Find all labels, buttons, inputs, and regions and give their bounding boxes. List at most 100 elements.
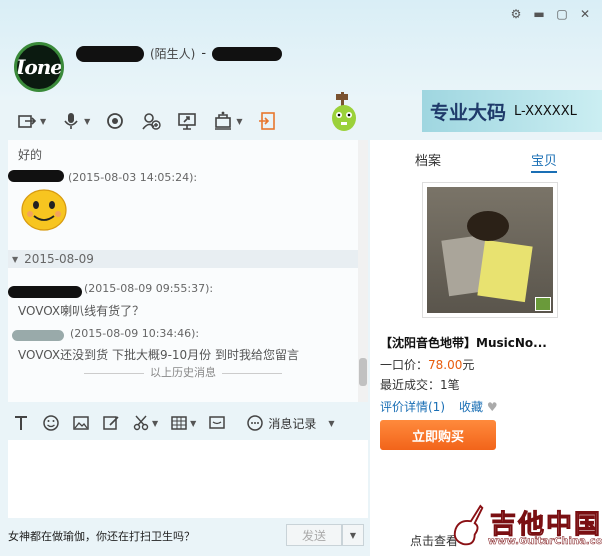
emoji-icon [43,415,59,431]
video-call-button[interactable] [104,110,126,132]
product-photo [427,187,553,313]
image-button[interactable] [72,414,90,432]
ad-banner[interactable]: 专业大码 L-XXXXXL [422,90,602,132]
screen-share-icon [178,113,197,130]
message-timestamp: (2015-08-09 10:34:46): [70,327,200,340]
banner-headline: 专业大码 [430,101,507,124]
message-text: VOVOX还没到货 下批大概9-10月份 到时我给您留言 [18,348,299,362]
exit-button[interactable] [256,110,278,132]
history-end-label: 以上历史消息 [8,364,358,380]
file-transfer-icon [18,115,37,128]
sidebar-tabs: 档案 宝贝 [370,150,602,173]
date-separator[interactable]: ▼ 2015-08-09 [8,250,358,268]
chat-scrollbar[interactable] [358,140,368,402]
redacted-name [76,45,144,62]
banner-size-range: L-XXXXXL [514,103,577,119]
file-transfer-button[interactable]: ▼ [16,110,46,132]
smiley-emoji-icon [21,189,67,231]
product-logo [467,211,509,241]
add-contact-icon [142,113,162,130]
guitar-logo-icon [453,504,484,546]
message-timestamp: (2015-08-09 09:55:37): [84,282,214,295]
price-value: 78.00 [428,358,463,372]
stranger-label[interactable]: (陌生人) [150,45,195,62]
font-button[interactable] [12,414,30,432]
separator: - [201,46,207,61]
avatar[interactable]: Ione [14,42,64,92]
image-icon [73,416,89,430]
chat-toolbar: ▼ ▼ ▼ [16,110,278,132]
chevron-down-icon: ▼ [190,418,197,428]
cut-button[interactable]: ▼ [132,414,158,432]
redacted-signature [212,46,283,61]
favorite-link[interactable]: 收藏 ♥ [459,398,498,415]
input-toolbar: ▼ ▼ 消息记录 ▼ [8,410,368,436]
message-input[interactable] [8,440,368,518]
close-icon[interactable]: ✕ [578,7,592,21]
price-label: 一口价： [380,358,429,372]
send-options-button[interactable]: ▼ [342,524,364,546]
price-line: 一口价：78.00元 [380,356,474,373]
redacted-sender [8,170,64,182]
mascot-icon[interactable] [326,92,362,132]
redacted-sender [12,330,64,341]
message-text: VOVOX喇叭线有货了？ [18,304,145,318]
sidebar-panel: 档案 宝贝 【沈阳音色地带】MusicNo... 一口价：78.00元 最近成交… [370,140,602,556]
message-text: 好的 [18,148,43,162]
buy-now-button[interactable]: 立即购买 [380,420,496,450]
watermark-url: www.GuitarChina.com [488,536,602,548]
sold-label: 最近成交： [380,378,441,392]
message-history-label: 消息记录 [268,416,317,431]
review-details-link[interactable]: 评价详情(1) [380,398,445,415]
title-bar: ⚙ ▬ ▢ ✕ Ione (陌生人) - [0,0,602,100]
chevron-down-icon: ▼ [40,116,47,126]
watermark: 吉他中国 www.GuitarChina.com [450,500,602,556]
minimize-icon[interactable]: ▬ [532,7,546,21]
product-cloth-yellow [477,239,533,303]
voice-call-button[interactable]: ▼ [60,110,90,132]
tab-products[interactable]: 宝贝 [530,150,557,173]
message-history-button[interactable]: 消息记录 ▼ [246,414,334,432]
product-links: 评价详情(1) 收藏 ♥ [380,398,498,415]
emoji-button[interactable] [42,414,60,432]
heart-icon: ♥ [486,400,498,414]
price-unit: 元 [462,358,475,372]
avatar-logo: Ione [16,55,62,79]
collapse-triangle-icon: ▼ [12,254,19,264]
scroll-thumb[interactable] [359,358,367,386]
screen-share-button[interactable] [176,110,198,132]
table-icon [171,416,187,430]
font-icon [15,416,27,430]
screenshot-button[interactable] [208,414,226,432]
video-call-icon [107,113,124,129]
contact-info: (陌生人) - [76,45,283,62]
favorite-label: 收藏 [459,400,484,414]
edit-button[interactable] [102,414,120,432]
scissors-icon [133,415,149,431]
maximize-icon[interactable]: ▢ [555,7,569,21]
chat-bubble-icon [247,415,264,431]
redacted-sender [8,286,82,298]
recent-sales-line: 最近成交：1笔 [380,376,460,393]
image-badge-icon [535,297,551,311]
send-button[interactable]: 发送 [286,524,342,546]
tip-text[interactable]: 女神都在做瑜伽，你还在打扫卫生吗？ [8,528,195,544]
settings-gear-icon[interactable]: ⚙ [509,7,523,21]
chevron-down-icon: ▼ [84,116,91,126]
tab-profile[interactable]: 档案 [415,150,441,173]
message-timestamp: (2015-08-03 14:05:24): [68,171,198,184]
table-button[interactable]: ▼ [170,414,196,432]
microphone-icon [64,113,78,129]
product-image[interactable] [422,182,558,318]
sold-value: 1 [440,378,448,392]
product-title[interactable]: 【沈阳音色地带】MusicNo... [380,334,547,351]
remote-desktop-button[interactable]: ▼ [212,110,242,132]
add-contact-button[interactable] [140,110,162,132]
chevron-down-icon: ▼ [236,116,243,126]
screenshot-icon [209,416,226,429]
chevron-down-icon: ▼ [152,418,159,428]
edit-icon [103,416,119,430]
sold-unit: 笔 [447,378,460,392]
chat-history[interactable]: 好的 (2015-08-03 14:05:24): ▼ 2015-08-09 (… [8,140,368,402]
date-separator-label: 2015-08-09 [24,252,94,266]
